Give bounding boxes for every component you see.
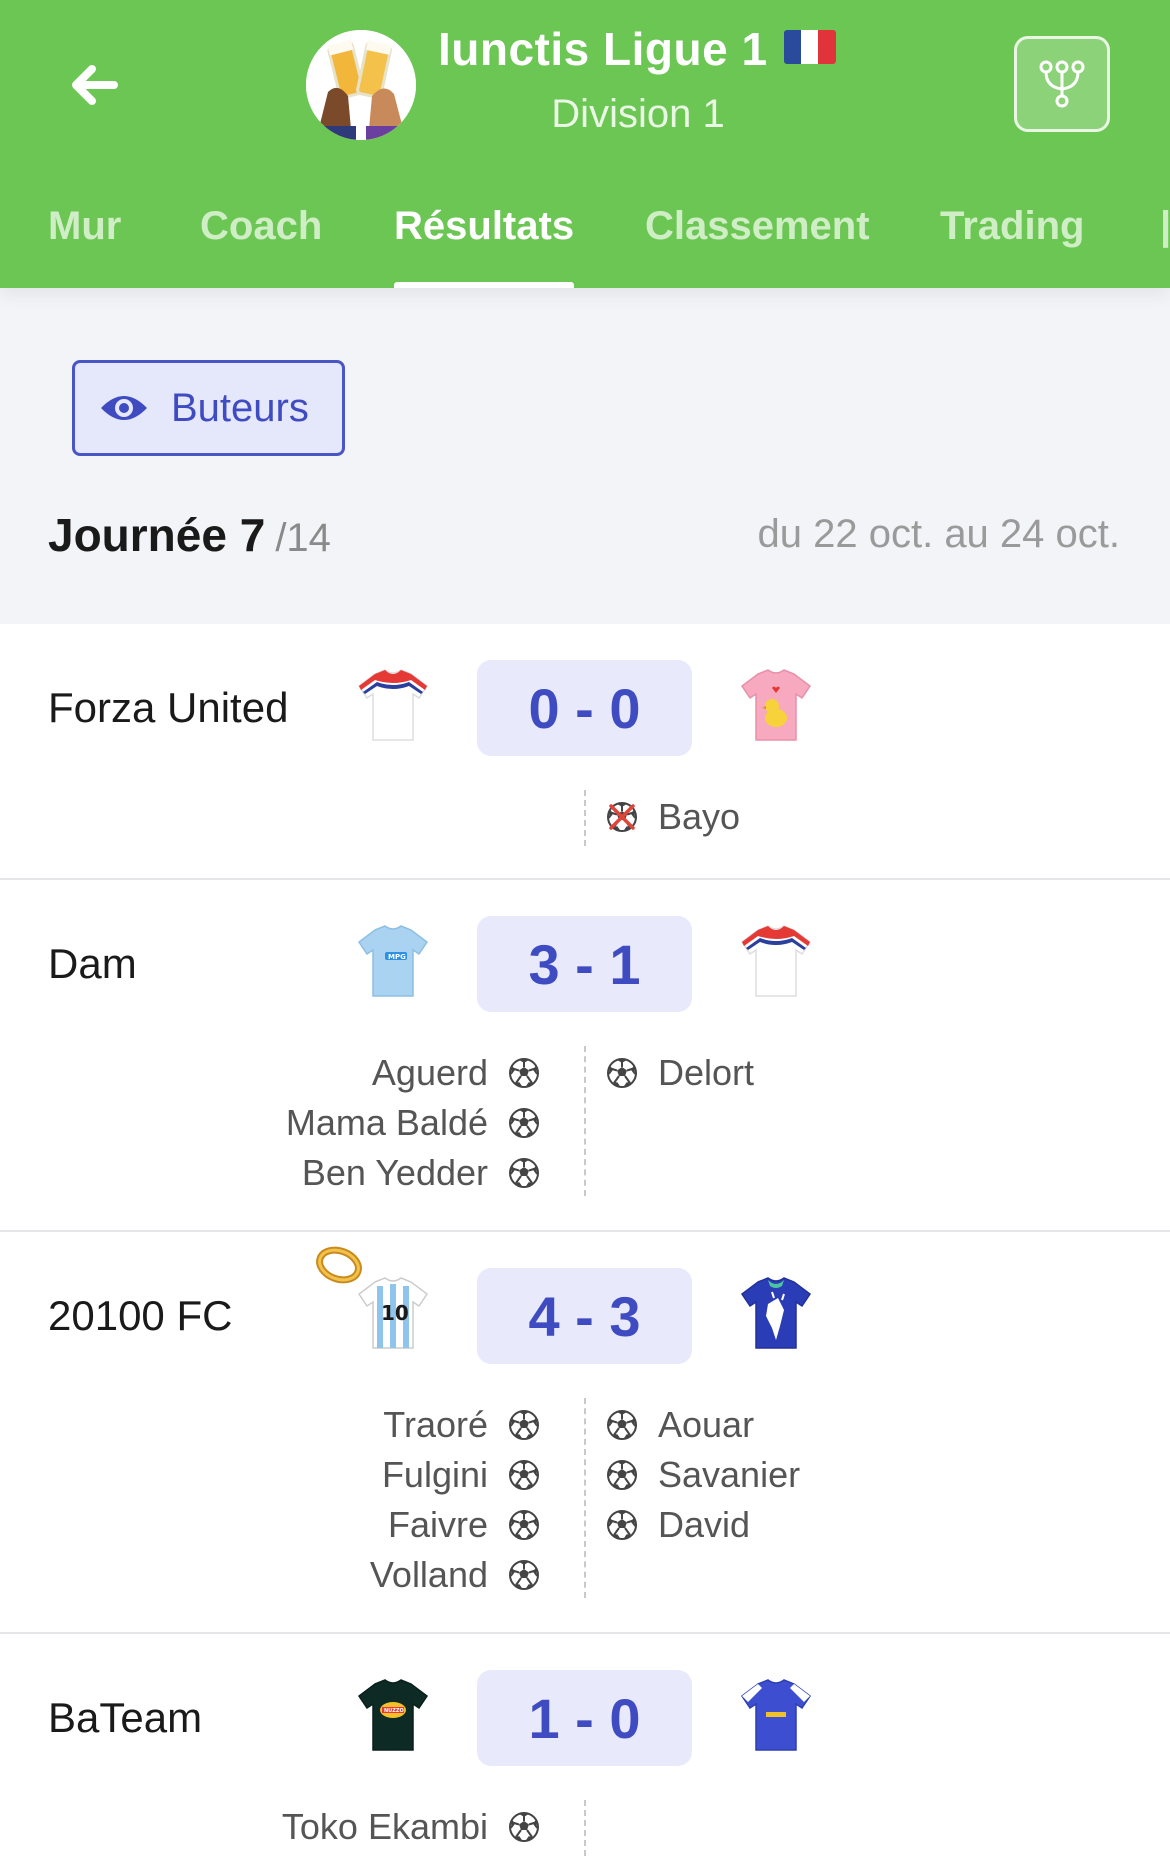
home-jersey-icon: MPG xyxy=(357,925,429,997)
away-scorer: Bayo xyxy=(606,792,740,842)
active-tab-indicator xyxy=(394,282,574,288)
match-card[interactable]: Forza United 0 - 0 Bayo xyxy=(0,624,1170,880)
own-goal-icon xyxy=(606,801,638,833)
away-scorer-name: David xyxy=(658,1504,751,1545)
match-score: 4 - 3 xyxy=(477,1268,692,1364)
svg-text:10: 10 xyxy=(381,1301,409,1325)
home-scorer-name: Mama Baldé xyxy=(285,1102,488,1143)
division-label: Division 1 xyxy=(551,92,725,136)
ball-icon xyxy=(606,1509,638,1541)
beer-toast-image xyxy=(306,30,416,140)
away-jersey-icon xyxy=(740,1277,812,1349)
home-scorer-name: Traoré xyxy=(383,1404,488,1445)
ball-icon xyxy=(508,1409,540,1441)
home-scorer-name: Volland xyxy=(369,1554,488,1595)
ball-icon xyxy=(508,1107,540,1139)
ball-icon xyxy=(606,1459,638,1491)
trophy-button[interactable] xyxy=(1014,36,1110,132)
league-avatar[interactable] xyxy=(306,30,416,140)
tab-coach[interactable]: Coach xyxy=(200,204,322,249)
match-card[interactable]: 20100 FC 10 4 - 3 Traoré Fulgini Faivre … xyxy=(0,1232,1170,1634)
ball-icon xyxy=(508,1811,540,1843)
ball-icon xyxy=(508,1057,540,1089)
tab-classement[interactable]: Classement xyxy=(645,204,870,249)
home-scorer-name: Ben Yedder xyxy=(301,1152,488,1193)
round-title: Journée 7/14 xyxy=(48,508,331,562)
svg-text:NUZZO: NUZZO xyxy=(384,1708,404,1714)
home-scorer-name: Faivre xyxy=(387,1504,488,1545)
app-header: Iunctis Ligue 1 Division 1 Mur Coach Rés… xyxy=(0,0,1170,288)
ball-icon xyxy=(508,1559,540,1591)
trophy-icon xyxy=(1039,60,1085,108)
match-score: 3 - 1 xyxy=(477,916,692,1012)
home-scorer: Toko Ekambi xyxy=(282,1802,540,1852)
home-scorer: Fulgini xyxy=(382,1450,540,1500)
away-scorer-name: Delort xyxy=(658,1052,755,1093)
home-scorer: Faivre xyxy=(388,1500,540,1550)
tab-mur[interactable]: Mur xyxy=(48,204,121,249)
home-scorer: Traoré xyxy=(383,1400,540,1450)
svg-text:MPG: MPG xyxy=(388,953,406,961)
away-scorer-name: Aouar xyxy=(658,1404,755,1445)
eye-icon xyxy=(101,396,147,420)
scorers-divider xyxy=(584,1800,586,1856)
home-scorer: Volland xyxy=(370,1550,540,1600)
home-team-name: Forza United xyxy=(48,684,289,731)
away-scorer: Aouar xyxy=(606,1400,754,1450)
france-flag-icon xyxy=(783,29,836,64)
home-scorer-name: Toko Ekambi xyxy=(281,1806,488,1847)
away-scorer-name: Bayo xyxy=(658,796,741,837)
ball-icon xyxy=(606,1057,638,1089)
tab-more-partial[interactable]: | xyxy=(1160,204,1170,249)
match-card[interactable]: BaTeam NUZZO 1 - 0 Toko Ekambi xyxy=(0,1634,1170,1873)
away-jersey-icon xyxy=(740,669,812,741)
back-button[interactable] xyxy=(62,55,126,115)
home-scorer-name: Aguerd xyxy=(371,1052,488,1093)
scorers-toggle-label: Buteurs xyxy=(171,385,309,430)
scorers-divider xyxy=(584,1046,586,1196)
home-jersey-icon: NUZZO xyxy=(357,1679,429,1751)
round-number: Journée 7 xyxy=(48,509,266,561)
home-scorer: Aguerd xyxy=(372,1048,540,1098)
home-scorer: Ben Yedder xyxy=(302,1148,540,1198)
round-dates: du 22 oct. au 24 oct. xyxy=(757,512,1120,556)
away-scorer: Delort xyxy=(606,1048,754,1098)
tab-trading[interactable]: Trading xyxy=(940,204,1084,249)
home-scorer-name: Fulgini xyxy=(381,1454,488,1495)
scorers-divider xyxy=(584,790,586,846)
home-team-name: 20100 FC xyxy=(48,1292,233,1339)
tab-bar: Mur Coach Résultats Classement Trading | xyxy=(0,188,1170,288)
ball-icon xyxy=(508,1509,540,1541)
away-scorer: David xyxy=(606,1500,750,1550)
league-name: Iunctis Ligue 1 xyxy=(438,23,768,75)
away-scorer-name: Savanier xyxy=(658,1454,801,1495)
match-list: Forza United 0 - 0 Bayo Dam MPG 3 - 1 Ag… xyxy=(0,624,1170,1873)
round-total: /14 xyxy=(275,516,331,560)
league-title: Iunctis Ligue 1 xyxy=(438,22,836,76)
scorers-divider xyxy=(584,1398,586,1598)
home-jersey-icon xyxy=(357,669,429,741)
home-team-name: Dam xyxy=(48,940,137,987)
home-team-name: BaTeam xyxy=(48,1694,203,1741)
tab-resultats[interactable]: Résultats xyxy=(394,204,574,249)
away-jersey-icon xyxy=(740,1679,812,1751)
ball-icon xyxy=(606,1409,638,1441)
match-score: 0 - 0 xyxy=(477,660,692,756)
arrow-left-icon xyxy=(72,65,118,105)
ball-icon xyxy=(508,1157,540,1189)
match-score: 1 - 0 xyxy=(477,1670,692,1766)
match-card[interactable]: Dam MPG 3 - 1 Aguerd Mama Baldé Ben Yedd… xyxy=(0,880,1170,1232)
home-scorer: Mama Baldé xyxy=(286,1098,540,1148)
home-jersey-icon: 10 xyxy=(357,1277,429,1349)
away-scorer: Savanier xyxy=(606,1450,800,1500)
away-jersey-icon xyxy=(740,925,812,997)
scorers-toggle-button[interactable]: Buteurs xyxy=(72,360,345,456)
ball-icon xyxy=(508,1459,540,1491)
